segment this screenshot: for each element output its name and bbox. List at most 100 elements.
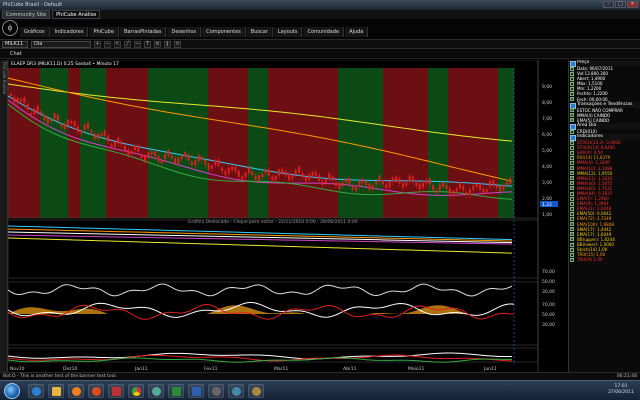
checkbox-icon[interactable] [570, 247, 575, 252]
text-tool-icon[interactable]: T [144, 40, 151, 48]
checkbox-icon[interactable] [570, 108, 575, 113]
checkbox-icon[interactable] [570, 155, 575, 160]
checkbox-icon[interactable] [570, 140, 575, 145]
checkbox-icon[interactable] [570, 71, 575, 76]
task-word-icon[interactable] [188, 384, 204, 398]
checkbox-icon[interactable] [570, 196, 575, 201]
task-explorer-icon[interactable] [48, 384, 64, 398]
main-menu: Gráficos Indicadores PhiCube BarrasPinta… [20, 27, 369, 37]
menu-ajuda[interactable]: Ajuda [345, 27, 369, 37]
task-media-icon[interactable] [68, 384, 84, 398]
checkbox-icon[interactable] [570, 97, 575, 102]
checkbox-icon[interactable] [570, 181, 575, 186]
checkbox-icon[interactable] [570, 227, 575, 232]
maximize-button[interactable]: □ [615, 1, 626, 8]
fibonacci-icon[interactable]: ≡ [154, 40, 161, 48]
checkbox-icon[interactable] [570, 232, 575, 237]
start-button[interactable] [4, 383, 20, 399]
checkbox-icon[interactable] [570, 252, 575, 257]
candle-body [247, 167, 250, 174]
task-office-icon[interactable] [108, 384, 124, 398]
checkbox-icon[interactable] [570, 206, 575, 211]
line-tool-icon[interactable]: ╱ [124, 40, 131, 48]
cursor-icon[interactable]: ↖ [114, 40, 121, 48]
checkbox-icon[interactable] [570, 150, 575, 155]
checkbox-icon[interactable] [570, 201, 575, 206]
chat-bar[interactable]: Chat [0, 50, 640, 59]
menu-buscar[interactable]: Buscar [246, 27, 273, 37]
side-strip[interactable]: PhiCube Analise [0, 60, 8, 372]
task-firefox-icon[interactable] [88, 384, 104, 398]
checkbox-icon[interactable] [570, 166, 575, 171]
checkbox-icon[interactable] [570, 171, 575, 176]
checkbox-icon[interactable] [570, 176, 575, 181]
tab-community-site[interactable]: Community Site [2, 10, 51, 19]
task-tools-icon[interactable] [248, 384, 264, 398]
checkbox-icon[interactable] [570, 237, 575, 242]
stock-chart[interactable]: 9,008,007,006,005,004,003,002,001,001,22… [8, 60, 568, 372]
task-phicube-icon[interactable] [208, 384, 224, 398]
zoom-in-icon[interactable]: + [94, 40, 101, 48]
checkbox-icon[interactable] [570, 222, 575, 227]
candle-body [63, 123, 66, 129]
checkbox-icon[interactable] [570, 118, 575, 123]
checkbox-icon[interactable] [570, 86, 575, 91]
task-ie-icon[interactable] [28, 384, 44, 398]
checkbox-icon[interactable] [570, 211, 575, 216]
candle-body [281, 168, 284, 173]
menu-componentes[interactable]: Componentes [202, 27, 246, 37]
menu-graficos[interactable]: Gráficos [20, 27, 50, 37]
tab-phicube-analise[interactable]: PhiCube Análise [52, 10, 101, 19]
checkbox-icon[interactable] [570, 191, 575, 196]
checkbox-icon[interactable] [570, 145, 575, 150]
symbol-input[interactable]: MILK11 [2, 40, 28, 48]
candle-body [254, 175, 257, 180]
checkbox-icon[interactable] [570, 257, 575, 262]
hline-tool-icon[interactable]: — [134, 40, 141, 48]
task-excel-icon[interactable] [168, 384, 184, 398]
chart-area[interactable]: 9,00 8,00 7,00 6,00 5,00 4,00 3,00 2,00 1,00 1,22… [8, 60, 568, 372]
delete-icon[interactable]: × [174, 40, 181, 48]
trend-band [208, 68, 248, 218]
period-select[interactable]: Dia [31, 40, 91, 48]
menu-phicube[interactable]: PhiCube [89, 27, 119, 37]
menu-desenhos[interactable]: Desenhos [167, 27, 202, 37]
checkbox-icon[interactable] [570, 186, 575, 191]
zoom-out-icon[interactable]: − [104, 40, 111, 48]
task-app-icon[interactable] [148, 384, 164, 398]
checkbox-icon[interactable] [570, 242, 575, 247]
close-button[interactable]: × [627, 1, 638, 8]
candle-body [167, 149, 170, 156]
minimize-button[interactable]: – [603, 1, 614, 8]
chart-shift-notice[interactable]: Gráfico Deslocado - Clique para voltar -… [188, 218, 358, 225]
task-network-icon[interactable] [228, 384, 244, 398]
checkbox-icon[interactable] [570, 76, 575, 81]
menu-layouts[interactable]: Layouts [273, 27, 303, 37]
checkbox-icon[interactable] [570, 113, 575, 118]
checkbox-icon[interactable] [570, 216, 575, 222]
menu-comunidade[interactable]: Comunidade [303, 27, 345, 37]
panel-indicator-row[interactable]: TRIX(9) 1,00 [569, 257, 640, 262]
menu-indicadores[interactable]: Indicadores [50, 27, 89, 37]
channel-icon[interactable]: ∥ [164, 40, 171, 48]
candle-body [30, 112, 33, 116]
price-tick-label: 5,00 [542, 148, 552, 154]
menu-barras-pintadas[interactable]: BarrasPintadas [119, 27, 167, 37]
candle-body [328, 173, 331, 180]
price-tick-label: 3,00 [542, 180, 552, 186]
candle-body [187, 154, 190, 161]
checkbox-icon[interactable] [570, 81, 575, 86]
candle-body [425, 180, 428, 184]
checkbox-icon[interactable] [570, 160, 575, 165]
checkbox-icon[interactable] [570, 129, 575, 134]
task-chrome-icon[interactable] [128, 384, 144, 398]
system-tray-clock[interactable]: 17:01 27/06/2011 [608, 384, 634, 396]
checkbox-icon[interactable] [570, 91, 575, 97]
candle-body [385, 184, 388, 189]
checkbox-icon[interactable] [570, 66, 575, 71]
candle-body [184, 152, 187, 157]
candle-body [241, 176, 244, 180]
chat-label: Chat [10, 51, 22, 57]
candle-body [46, 118, 49, 124]
candle-body [60, 124, 63, 127]
